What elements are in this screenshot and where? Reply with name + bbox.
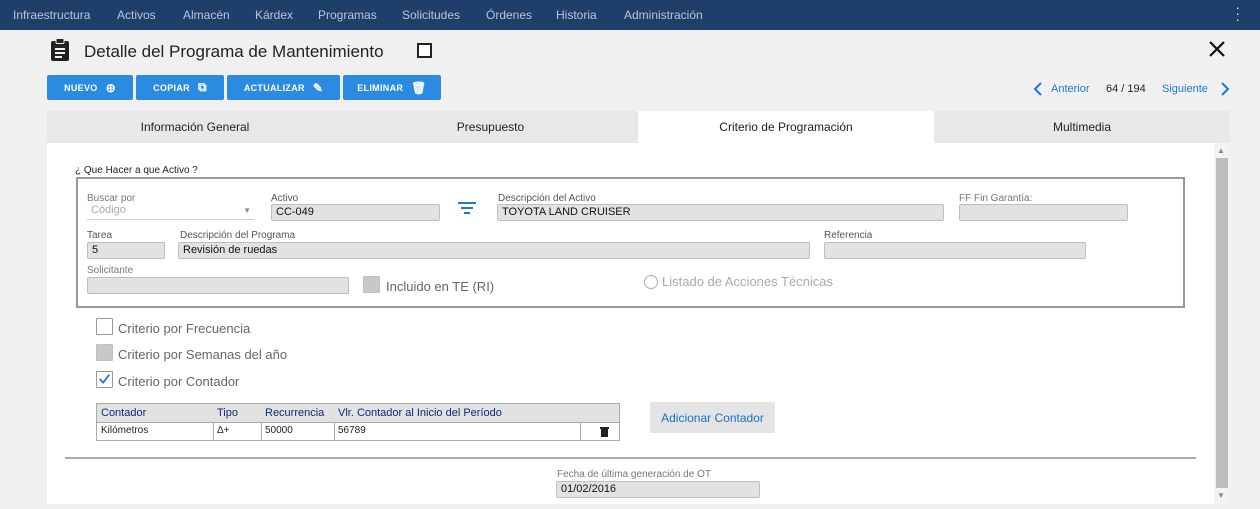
activo-input[interactable]: CC-049 (271, 204, 440, 221)
siguiente-link[interactable]: Siguiente (1162, 83, 1208, 95)
desc-programa-input[interactable]: Revisión de ruedas (178, 242, 810, 259)
menu-solicitudes[interactable]: Solicitudes (402, 8, 460, 22)
cell-recurrencia: 50000 (265, 425, 293, 436)
cell-valor: 56789 (338, 425, 366, 436)
listado-label: Listado de Acciones Técnicas (662, 274, 834, 289)
adicionar-contador-button[interactable]: Adicionar Contador (650, 402, 775, 433)
col-contador: Contador (101, 407, 147, 419)
semanas-label: Criterio por Semanas del año (118, 347, 288, 362)
title-checkbox[interactable] (417, 43, 432, 58)
vertical-scrollbar[interactable]: ▲ ▼ (1214, 143, 1230, 504)
tarea-label: Tarea (87, 230, 113, 241)
close-icon[interactable] (1206, 38, 1228, 60)
tab-presupuesto[interactable]: Presupuesto (343, 111, 638, 143)
ff-fin-garantia-input (959, 204, 1128, 221)
desc-activo-label: Descripción del Activo (498, 193, 596, 204)
delete-row-icon[interactable] (600, 426, 609, 437)
menu-infraestructura[interactable]: Infraestructura (13, 8, 90, 22)
eliminar-label: ELIMINAR (357, 82, 404, 93)
menu-activos[interactable]: Activos (117, 8, 156, 22)
menu-almacen[interactable]: Almacén (183, 8, 230, 22)
scrollbar-thumb[interactable] (1216, 158, 1228, 488)
contador-label: Criterio por Contador (118, 374, 240, 389)
actualizar-button[interactable]: ACTUALIZAR ✎ (227, 75, 340, 100)
fecha-ultima-ot-label: Fecha de última generación de OT (557, 469, 711, 480)
desc-programa-label: Descripción del Programa (180, 230, 296, 241)
buscar-por-label: Buscar por (87, 193, 136, 204)
activo-label: Activo (271, 193, 299, 204)
copy-icon: ⧉ (197, 80, 207, 94)
fecha-ultima-ot-input: 01/02/2016 (556, 481, 760, 498)
buscar-por-value: Código (91, 204, 126, 216)
menu-programas[interactable]: Programas (318, 8, 377, 22)
filter-icon[interactable] (458, 201, 476, 215)
copiar-button[interactable]: COPIAR ⧉ (136, 75, 224, 100)
tab-multimedia[interactable]: Multimedia (934, 111, 1230, 143)
desc-activo-input: TOYOTA LAND CRUISER (497, 204, 944, 221)
tab-criterio-de-programacion[interactable]: Criterio de Programación (638, 111, 934, 143)
checkmark-icon (99, 374, 111, 384)
cell-contador: Kilómetros (101, 425, 149, 436)
section-label: ¿ Que Hacer a que Activo ? (75, 165, 198, 176)
contador-checkbox[interactable] (96, 371, 113, 388)
cell-tipo: Δ+ (217, 425, 230, 436)
chevron-right-icon[interactable] (1220, 82, 1230, 96)
tab-label: Multimedia (1052, 120, 1112, 134)
tab-label: Presupuesto (456, 120, 525, 134)
kebab-menu-icon[interactable]: · · · (1235, 0, 1240, 26)
buscar-por-select[interactable]: Código ▼ (87, 204, 254, 220)
menu-administracion[interactable]: Administración (624, 8, 703, 22)
scroll-down-icon[interactable]: ▼ (1217, 491, 1225, 500)
col-valor-inicio: Vlr. Contador al Inicio del Período (338, 407, 502, 419)
referencia-label: Referencia (824, 230, 873, 241)
col-recurrencia: Recurrencia (265, 407, 325, 419)
section-divider (65, 457, 1196, 459)
frecuencia-label: Criterio por Frecuencia (118, 321, 251, 336)
pencil-icon: ✎ (312, 80, 324, 95)
semanas-checkbox[interactable] (96, 344, 113, 361)
col-tipo: Tipo (217, 407, 238, 419)
tab-label: Información General (140, 120, 250, 134)
incluido-label: Incluido en TE (RI) (386, 279, 495, 294)
page-title: Detalle del Programa de Mantenimiento (84, 42, 384, 61)
add-circle-icon: ⊕ (105, 80, 116, 95)
ff-fin-garantia-label: FF Fin Garantía: (959, 193, 1033, 204)
solicitante-input[interactable] (87, 277, 349, 294)
chevron-left-icon[interactable] (1033, 82, 1043, 96)
nuevo-button[interactable]: NUEVO ⊕ (47, 75, 133, 100)
record-position: 64 / 194 (1106, 83, 1146, 95)
table-header: Contador Tipo Recurrencia Vlr. Contador … (97, 404, 619, 423)
solicitante-label: Solicitante (87, 265, 134, 276)
tab-bar: Información General Presupuesto Criterio… (47, 111, 1230, 143)
menu-kardex[interactable]: Kárdex (255, 8, 293, 22)
frecuencia-checkbox[interactable] (96, 318, 113, 335)
listado-radio[interactable] (644, 275, 658, 289)
tab-informacion-general[interactable]: Información General (47, 111, 343, 143)
anterior-link[interactable]: Anterior (1051, 83, 1090, 95)
clipboard-icon (51, 38, 69, 61)
copiar-label: COPIAR (153, 82, 190, 93)
tarea-input: 5 (87, 242, 165, 259)
referencia-input[interactable] (824, 242, 1086, 259)
actualizar-label: ACTUALIZAR (243, 82, 305, 93)
tab-label: Criterio de Programación (719, 120, 853, 134)
nuevo-label: NUEVO (64, 82, 98, 93)
trash-icon: 🗑 (411, 80, 427, 95)
menu-ordenes[interactable]: Órdenes (486, 8, 532, 22)
table-row[interactable]: Kilómetros Δ+ 50000 56789 (97, 423, 619, 440)
dropdown-arrow-icon: ▼ (243, 206, 251, 215)
eliminar-button[interactable]: ELIMINAR 🗑 (343, 75, 441, 100)
scroll-up-icon[interactable]: ▲ (1217, 146, 1225, 155)
counter-table: Contador Tipo Recurrencia Vlr. Contador … (96, 403, 620, 441)
menu-historia[interactable]: Historia (556, 8, 597, 22)
incluido-checkbox[interactable] (363, 276, 380, 293)
top-menu-bar: Infraestructura Activos Almacén Kárdex P… (0, 0, 1260, 30)
